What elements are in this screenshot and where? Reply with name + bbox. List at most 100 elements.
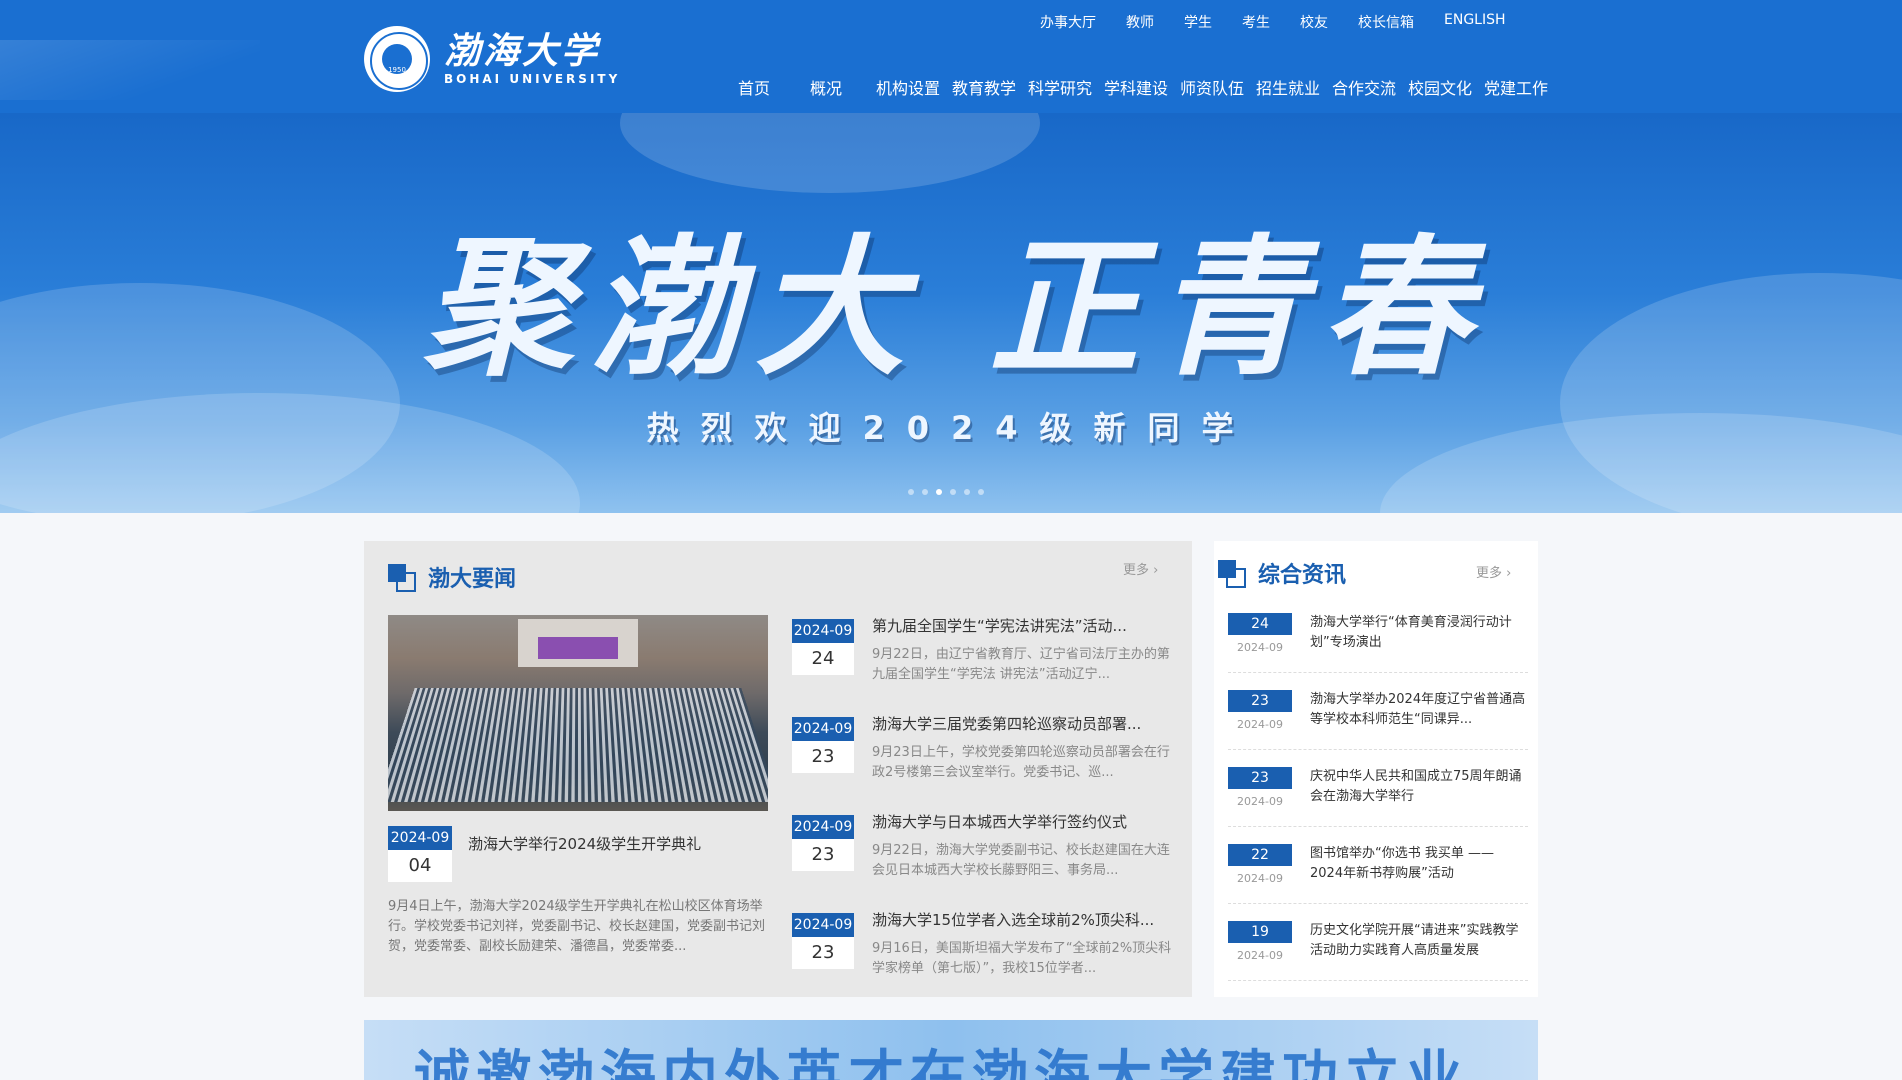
carousel-dot[interactable] bbox=[978, 489, 984, 495]
hero-banner[interactable]: 聚渤大 正青春 热烈欢迎2024级新同学 bbox=[0, 113, 1902, 513]
date-year-month: 2024-09 bbox=[1237, 795, 1283, 808]
nav-campus-culture[interactable]: 校园文化 bbox=[1408, 75, 1484, 99]
side-list-item[interactable]: 19 2024-09 历史文化学院开展“请进来”实践教学活动助力实践育人高质量发… bbox=[1228, 921, 1528, 981]
top-link-applicants[interactable]: 考生 bbox=[1242, 12, 1270, 32]
date-day: 24 bbox=[811, 648, 835, 669]
side-list-item[interactable]: 23 2024-09 庆祝中华人民共和国成立75周年朗诵会在渤海大学举行 bbox=[1228, 767, 1528, 827]
side-news-section: 综合资讯 更多 › 24 2024-09 渤海大学举行“体育美育浸润行动计划”专… bbox=[1214, 541, 1538, 997]
cloud-decoration bbox=[620, 113, 1040, 193]
date-day: 04 bbox=[408, 855, 432, 876]
date-day: 23 bbox=[1228, 690, 1292, 712]
side-item-title[interactable]: 渤海大学举办2024年度辽宁省普通高等学校本科师范生“同课异... bbox=[1310, 690, 1528, 730]
banner-subtitle: 热烈欢迎2024级新同学 bbox=[646, 409, 1256, 447]
nav-education[interactable]: 教育教学 bbox=[952, 75, 1028, 99]
news-list-item[interactable]: 2024-09 23 渤海大学15位学者入选全球前2%顶尖科... 9月16日，… bbox=[792, 909, 1172, 995]
news-list-item[interactable]: 2024-09 23 渤海大学与日本城西大学举行签约仪式 9月22日，渤海大学党… bbox=[792, 811, 1172, 897]
news-item-desc: 9月22日，渤海大学党委副书记、校长赵建国在大连会见日本城西大学校长藤野阳三、事… bbox=[872, 843, 1170, 878]
news-list-item[interactable]: 2024-09 23 渤海大学三届党委第四轮巡察动员部署... 9月23日上午，… bbox=[792, 713, 1172, 799]
news-date-badge: 2024-09 23 bbox=[792, 913, 854, 969]
logo-chinese-name: 渤海大学 bbox=[444, 30, 601, 72]
news-date-badge: 2024-09 23 bbox=[792, 717, 854, 773]
nav-admissions[interactable]: 招生就业 bbox=[1256, 75, 1332, 99]
news-more-link[interactable]: 更多 › bbox=[1123, 559, 1158, 578]
nav-institutions[interactable]: 机构设置 bbox=[876, 75, 952, 99]
side-item-title[interactable]: 历史文化学院开展“请进来”实践教学活动助力实践育人高质量发展 bbox=[1310, 921, 1528, 961]
carousel-dot[interactable] bbox=[908, 489, 914, 495]
side-item-title[interactable]: 庆祝中华人民共和国成立75周年朗诵会在渤海大学举行 bbox=[1310, 767, 1528, 807]
side-section-title: 综合资讯 bbox=[1258, 563, 1347, 588]
nav-disciplines[interactable]: 学科建设 bbox=[1104, 75, 1180, 99]
date-year-month: 2024-09 bbox=[1237, 872, 1283, 885]
site-header: 1950 渤海大学 BOHAI UNIVERSITY 办事大厅 教师 学生 考生… bbox=[0, 0, 1902, 113]
news-date-badge: 2024-09 24 bbox=[792, 619, 854, 675]
date-year-month: 2024-09 bbox=[388, 826, 452, 850]
date-year-month: 2024-09 bbox=[1237, 718, 1283, 731]
date-year-month: 2024-09 bbox=[792, 619, 854, 643]
news-item-desc: 9月23日上午，学校党委第四轮巡察动员部署会在行政2号楼第三会议室举行。党委书记… bbox=[872, 745, 1170, 780]
image-stage bbox=[518, 619, 638, 667]
side-more-link[interactable]: 更多 › bbox=[1476, 562, 1511, 581]
seal-year: 1950 bbox=[388, 66, 406, 74]
top-utility-nav: 办事大厅 教师 学生 考生 校友 校长信箱 ENGLISH bbox=[1040, 12, 1506, 32]
side-list-item[interactable]: 24 2024-09 渤海大学举行“体育美育浸润行动计划”专场演出 bbox=[1228, 613, 1528, 673]
side-date-badge: 23 2024-09 bbox=[1228, 767, 1292, 815]
date-year-month: 2024-09 bbox=[1237, 949, 1283, 962]
top-link-alumni[interactable]: 校友 bbox=[1300, 12, 1328, 32]
chevron-right-icon: › bbox=[1506, 566, 1512, 581]
nav-home[interactable]: 首页 bbox=[738, 75, 810, 99]
university-logo[interactable]: 1950 渤海大学 BOHAI UNIVERSITY bbox=[364, 26, 634, 92]
feature-date-badge: 2024-09 04 bbox=[388, 826, 452, 882]
news-item-title[interactable]: 渤海大学与日本城西大学举行签约仪式 bbox=[872, 811, 1172, 832]
nav-cooperation[interactable]: 合作交流 bbox=[1332, 75, 1408, 99]
nav-research[interactable]: 科学研究 bbox=[1028, 75, 1104, 99]
image-crowd bbox=[388, 687, 768, 802]
side-date-badge: 24 2024-09 bbox=[1228, 613, 1292, 661]
side-item-title[interactable]: 渤海大学举行“体育美育浸润行动计划”专场演出 bbox=[1310, 613, 1528, 653]
section-square-icon bbox=[1218, 560, 1246, 588]
date-day: 23 bbox=[811, 746, 835, 767]
date-year-month: 2024-09 bbox=[792, 913, 854, 937]
carousel-dot[interactable] bbox=[922, 489, 928, 495]
date-day: 24 bbox=[1228, 613, 1292, 635]
top-link-teachers[interactable]: 教师 bbox=[1126, 12, 1154, 32]
section-square-icon bbox=[388, 564, 416, 592]
date-day: 23 bbox=[811, 942, 835, 963]
side-date-badge: 19 2024-09 bbox=[1228, 921, 1292, 969]
news-section-title: 渤大要闻 bbox=[428, 567, 517, 592]
nav-faculty[interactable]: 师资队伍 bbox=[1180, 75, 1256, 99]
news-item-desc: 9月22日，由辽宁省教育厅、辽宁省司法厅主办的第九届全国学生“学宪法 讲宪法”活… bbox=[872, 647, 1170, 682]
news-item-title[interactable]: 渤海大学15位学者入选全球前2%顶尖科... bbox=[872, 909, 1172, 930]
chevron-right-icon: › bbox=[1153, 563, 1159, 578]
date-day: 23 bbox=[811, 844, 835, 865]
recruitment-banner[interactable]: 诚邀渤海内外英才在渤海大学建功立业 bbox=[364, 1020, 1538, 1080]
side-item-title[interactable]: 图书馆举办“你选书 我买单 —— 2024年新书荐购展”活动 bbox=[1310, 844, 1528, 884]
side-list-item[interactable]: 22 2024-09 图书馆举办“你选书 我买单 —— 2024年新书荐购展”活… bbox=[1228, 844, 1528, 904]
news-item-desc: 9月16日，美国斯坦福大学发布了“全球前2%顶尖科学家榜单（第七版）”，我校15… bbox=[872, 941, 1172, 976]
date-year-month: 2024-09 bbox=[1237, 641, 1283, 654]
feature-news-title[interactable]: 渤海大学举行2024级学生开学典礼 bbox=[468, 833, 701, 854]
nav-overview[interactable]: 概况 bbox=[810, 75, 876, 99]
news-list-item[interactable]: 2024-09 24 第九届全国学生“学宪法讲宪法”活动... 9月22日，由辽… bbox=[792, 615, 1172, 701]
feature-news-image[interactable] bbox=[388, 615, 768, 811]
top-link-president-mailbox[interactable]: 校长信箱 bbox=[1358, 12, 1414, 32]
banner-headline: 聚渤大 正青春 bbox=[422, 220, 1488, 396]
carousel-dot-active[interactable] bbox=[936, 489, 942, 495]
side-list-item[interactable]: 23 2024-09 渤海大学举办2024年度辽宁省普通高等学校本科师范生“同课… bbox=[1228, 690, 1528, 750]
top-link-service-hall[interactable]: 办事大厅 bbox=[1040, 12, 1096, 32]
carousel-dots bbox=[908, 489, 984, 495]
carousel-dot[interactable] bbox=[950, 489, 956, 495]
news-item-title[interactable]: 渤海大学三届党委第四轮巡察动员部署... bbox=[872, 713, 1172, 734]
date-day: 23 bbox=[1228, 767, 1292, 789]
feature-news-desc: 9月4日上午，渤海大学2024级学生开学典礼在松山校区体育场举行。学校党委书记刘… bbox=[388, 899, 766, 954]
date-year-month: 2024-09 bbox=[792, 815, 854, 839]
top-link-students[interactable]: 学生 bbox=[1184, 12, 1212, 32]
carousel-dot[interactable] bbox=[964, 489, 970, 495]
top-link-english[interactable]: ENGLISH bbox=[1444, 12, 1506, 32]
news-item-title[interactable]: 第九届全国学生“学宪法讲宪法”活动... bbox=[872, 615, 1172, 636]
recruitment-banner-text: 诚邀渤海内外英才在渤海大学建功立业 bbox=[414, 1044, 1468, 1080]
header-decoration bbox=[0, 40, 260, 100]
side-section-header: 综合资讯 bbox=[1218, 557, 1346, 589]
nav-party-building[interactable]: 党建工作 bbox=[1484, 75, 1550, 99]
news-section-header: 渤大要闻 bbox=[388, 561, 516, 593]
main-nav: 首页 概况 机构设置 教育教学 科学研究 学科建设 师资队伍 招生就业 合作交流… bbox=[738, 75, 1550, 99]
